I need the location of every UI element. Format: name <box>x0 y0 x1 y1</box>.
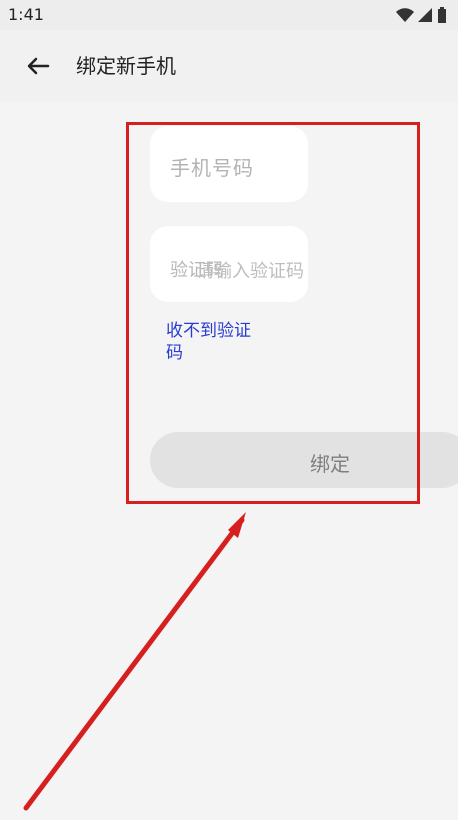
phone-input-card[interactable]: 手机号码 <box>150 126 308 202</box>
content-area: 手机号码 验证码 请输入验证码 收不到验证码 绑定 <box>0 102 458 820</box>
bind-button-label: 绑定 <box>310 452 350 476</box>
arrow-left-icon <box>27 57 50 75</box>
status-icons <box>394 5 450 25</box>
page-title: 绑定新手机 <box>76 54 176 78</box>
cannot-receive-code-link[interactable]: 收不到验证码 <box>166 320 254 364</box>
wifi-icon <box>396 8 414 22</box>
signal-icon <box>418 8 432 22</box>
bind-button[interactable]: 绑定 <box>150 432 458 488</box>
status-bar: 1:41 <box>0 0 458 30</box>
battery-icon <box>438 7 446 23</box>
back-button[interactable] <box>24 52 52 80</box>
status-icons-svg <box>396 7 446 23</box>
app-bar: 绑定新手机 <box>0 30 458 102</box>
code-input[interactable]: 请输入验证码 <box>196 257 304 283</box>
phone-input[interactable]: 手机号码 <box>170 152 254 181</box>
bind-form: 手机号码 验证码 请输入验证码 收不到验证码 绑定 <box>126 122 458 510</box>
code-input-card[interactable]: 验证码 请输入验证码 <box>150 226 308 302</box>
status-time: 1:41 <box>8 5 44 24</box>
